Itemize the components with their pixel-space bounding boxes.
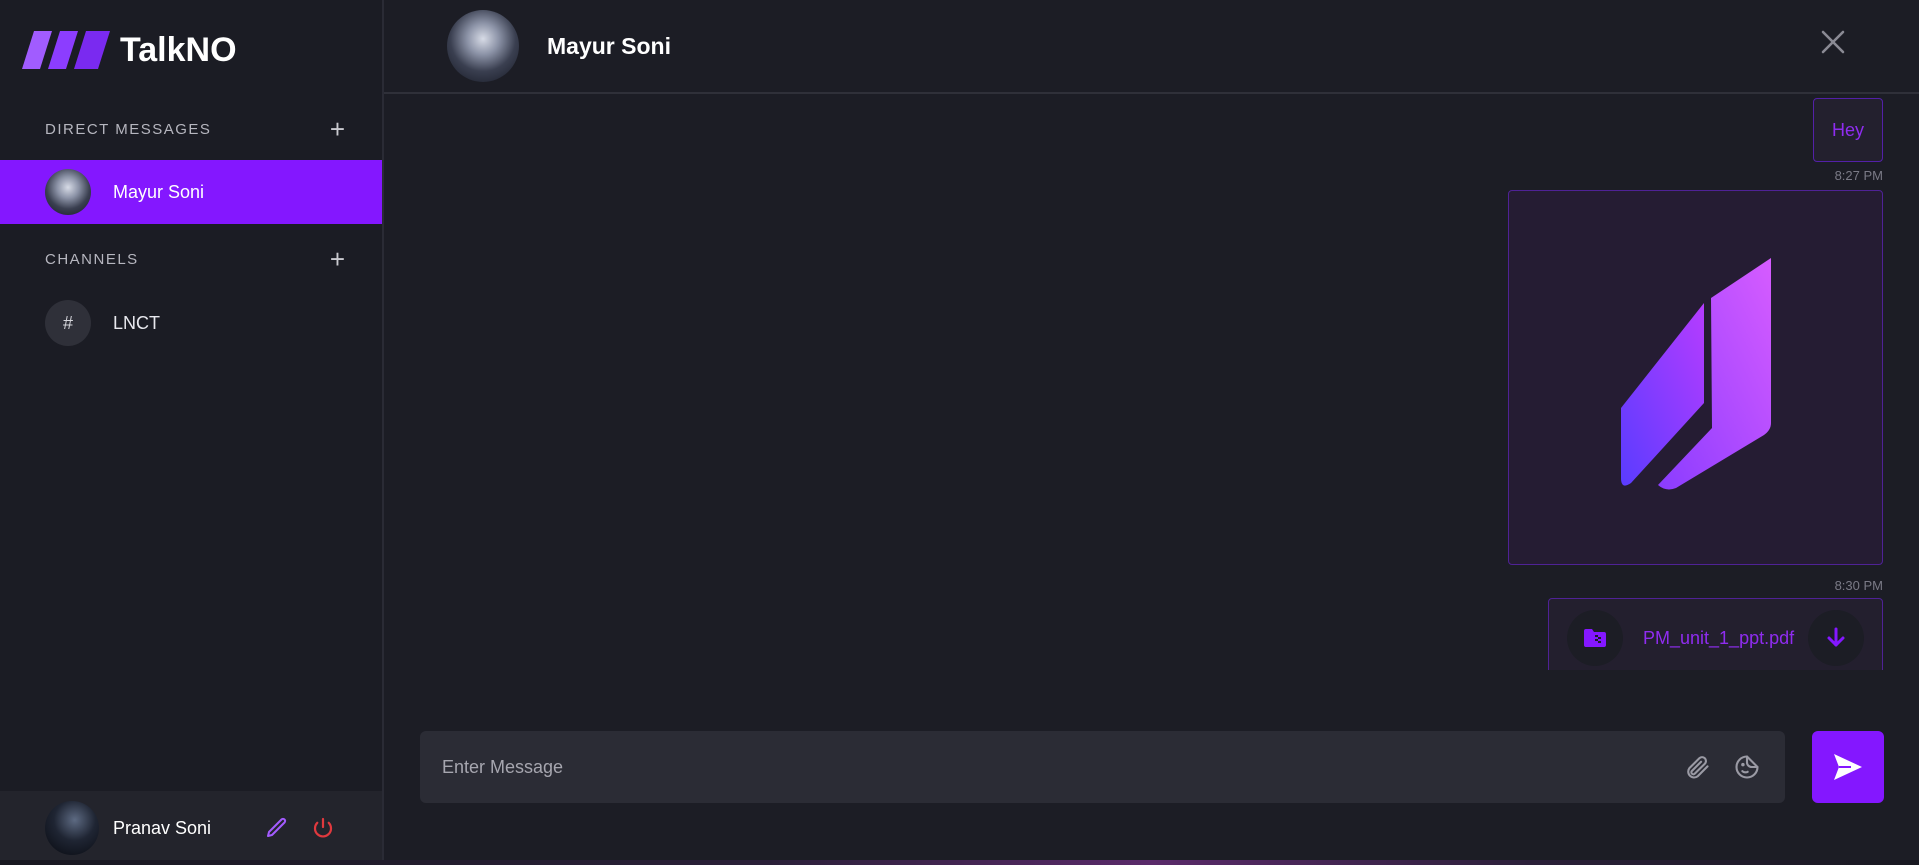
message-timestamp: 8:30 PM [1834, 578, 1883, 593]
dm-section-header: DIRECT MESSAGES + [45, 116, 345, 142]
new-dm-plus-icon[interactable]: + [330, 116, 345, 142]
message-list[interactable]: Hey 8:27 PM 8:30 PM PM_unit_1_ppt.pdf [384, 96, 1919, 670]
profile-actions [265, 816, 335, 840]
pencil-icon[interactable] [265, 816, 289, 840]
user-profile-bar: Pranav Soni [0, 791, 382, 865]
file-icon-circle [1567, 610, 1623, 666]
profile-name: Pranav Soni [113, 817, 212, 838]
folder-zip-icon [1584, 629, 1606, 647]
bottom-edge-strip [0, 860, 1919, 865]
avatar [45, 169, 91, 215]
avatar[interactable] [45, 801, 99, 855]
close-icon[interactable] [1817, 26, 1849, 58]
chat-header: Mayur Soni [384, 0, 1919, 94]
logo: TalkNO [22, 30, 237, 70]
sidebar-item-channel-lnct[interactable]: # LNCT [45, 300, 160, 346]
talkno-logo-icon [22, 31, 110, 69]
message-bubble-image[interactable] [1508, 190, 1883, 565]
avatar[interactable] [447, 10, 519, 82]
new-channel-plus-icon[interactable]: + [330, 246, 345, 272]
channel-name: LNCT [113, 312, 161, 333]
send-icon [1834, 754, 1862, 780]
message-timestamp: 8:27 PM [1834, 168, 1883, 183]
sidebar-item-dm-mayur-soni[interactable]: Mayur Soni [0, 160, 382, 224]
channels-section-label: CHANNELS [45, 250, 139, 268]
talkno-logo-image [1620, 257, 1771, 489]
channel-hash-icon: # [45, 300, 91, 346]
paperclip-icon[interactable] [1683, 753, 1711, 781]
download-arrow-icon [1827, 627, 1845, 647]
dm-section-label: DIRECT MESSAGES [45, 120, 212, 138]
message-bubble-file: PM_unit_1_ppt.pdf [1548, 598, 1883, 670]
contact-name: Mayur Soni [547, 32, 671, 59]
emoji-sticker-icon[interactable] [1733, 753, 1761, 781]
app-name: TalkNO [120, 30, 237, 69]
download-button[interactable] [1808, 610, 1864, 666]
sidebar: TalkNO DIRECT MESSAGES + Mayur Soni CHAN… [0, 0, 384, 865]
message-composer [420, 731, 1785, 803]
channels-section-header: CHANNELS + [45, 246, 345, 272]
power-icon[interactable] [311, 816, 335, 840]
send-button[interactable] [1812, 731, 1884, 803]
dm-name: Mayur Soni [113, 181, 205, 202]
file-name[interactable]: PM_unit_1_ppt.pdf [1643, 628, 1808, 649]
app-root: TalkNO DIRECT MESSAGES + Mayur Soni CHAN… [0, 0, 1919, 865]
message-bubble-text: Hey [1813, 98, 1883, 162]
message-input[interactable] [442, 756, 1661, 778]
